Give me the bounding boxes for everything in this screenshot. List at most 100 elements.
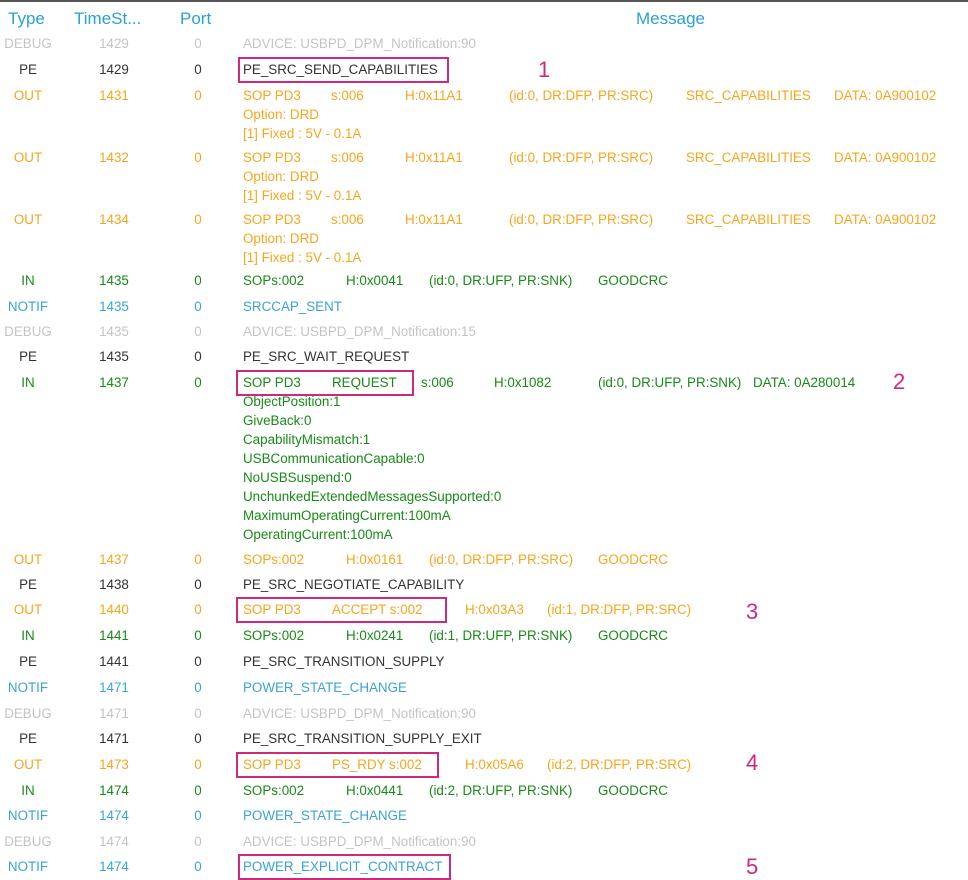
message-field: DATA: 0A900102 (834, 150, 937, 165)
row-port: 0 (194, 808, 202, 823)
row-timestamp: 1438 (99, 577, 129, 592)
step-number: 1 (538, 57, 551, 82)
row-type: PE (19, 654, 37, 669)
message-field: (id:1, DR:UFP, PR:SNK) (429, 628, 573, 643)
row-timestamp: 1471 (99, 731, 129, 746)
message-field: (id:0, DR:DFP, PR:SRC) (429, 552, 574, 567)
message-detail-line: [1] Fixed : 5V - 0.1A (243, 250, 362, 265)
row-type: DEBUG (4, 36, 52, 51)
message-field: SOP PD3 (243, 212, 301, 227)
row-timestamp: 1432 (99, 150, 129, 165)
row-port: 0 (194, 602, 202, 617)
message-detail-line: NoUSBSuspend:0 (243, 470, 352, 485)
row-port: 0 (194, 349, 202, 364)
trace-log: DEBUG 1429 0 ADVICE: USBPD_DPM_Notification… (0, 0, 968, 880)
message-field: (id:2, DR:DFP, PR:SRC) (547, 757, 692, 772)
row-port: 0 (194, 375, 202, 390)
message-field: GOODCRC (598, 783, 668, 798)
row-type: NOTIF (7, 808, 49, 823)
row-timestamp: 1440 (99, 602, 129, 617)
row-type: NOTIF (7, 859, 49, 874)
row-type: OUT (13, 757, 43, 772)
message-detail-line: Option: DRD (243, 231, 319, 246)
message-detail-line: OperatingCurrent:100mA (243, 527, 393, 542)
row-port: 0 (194, 36, 202, 51)
row-type: IN (21, 628, 35, 643)
message-field: H:0x0041 (346, 273, 404, 288)
row-type: DEBUG (4, 834, 52, 849)
message-field: (id:0, DR:UFP, PR:SNK) (598, 375, 742, 390)
message-field: SOPs:002 (243, 783, 305, 798)
message-detail-line: [1] Fixed : 5V - 0.1A (243, 188, 362, 203)
message-field: SOP PD3 (243, 150, 301, 165)
message-field: SOP PD3 (243, 88, 301, 103)
message-field: SRC_CAPABILITIES (686, 212, 811, 227)
message-detail-line: [1] Fixed : 5V - 0.1A (243, 126, 362, 141)
row-timestamp: 1429 (99, 36, 129, 51)
row-timestamp: 1474 (99, 834, 129, 849)
step-number: 3 (746, 599, 759, 624)
row-timestamp: 1473 (99, 757, 129, 772)
row-type: OUT (13, 602, 43, 617)
message-field: PE_SRC_WAIT_REQUEST (243, 349, 410, 364)
row-port: 0 (194, 212, 202, 227)
row-timestamp: 1431 (99, 88, 129, 103)
message-field: GOODCRC (598, 273, 668, 288)
row-port: 0 (194, 299, 202, 314)
row-timestamp: 1471 (99, 680, 129, 695)
row-type: PE (19, 349, 37, 364)
row-timestamp: 1429 (99, 62, 129, 77)
row-port: 0 (194, 654, 202, 669)
message-field: H:0x0241 (346, 628, 404, 643)
row-timestamp: 1435 (99, 349, 129, 364)
row-port: 0 (194, 680, 202, 695)
row-type: PE (19, 62, 37, 77)
message-field: PE_SRC_NEGOTIATE_CAPABILITY (243, 577, 465, 592)
message-field: DATA: 0A900102 (834, 88, 937, 103)
row-port: 0 (194, 552, 202, 567)
row-type: DEBUG (4, 324, 52, 339)
message-field: DATA: 0A280014 (753, 375, 856, 390)
message-field: SRCCAP_SENT (243, 299, 342, 314)
row-port: 0 (194, 834, 202, 849)
message-field: SRC_CAPABILITIES (686, 88, 811, 103)
row-type: NOTIF (7, 299, 49, 314)
message-field: DATA: 0A900102 (834, 212, 937, 227)
row-port: 0 (194, 62, 202, 77)
row-port: 0 (194, 324, 202, 339)
row-timestamp: 1441 (99, 654, 129, 669)
row-port: 0 (194, 731, 202, 746)
row-timestamp: 1474 (99, 783, 129, 798)
message-field: SOPs:002 (243, 273, 305, 288)
row-port: 0 (194, 273, 202, 288)
row-timestamp: 1435 (99, 273, 129, 288)
message-field: H:0x05A6 (465, 757, 524, 772)
row-timestamp: 1435 (99, 299, 129, 314)
row-port: 0 (194, 150, 202, 165)
row-timestamp: 1441 (99, 628, 129, 643)
message-detail-line: GiveBack:0 (243, 413, 312, 428)
message-field: H:0x11A1 (405, 212, 463, 227)
message-field: GOODCRC (598, 552, 668, 567)
row-port: 0 (194, 88, 202, 103)
row-type: OUT (13, 212, 43, 227)
row-timestamp: 1471 (99, 706, 129, 721)
message-detail-line: CapabilityMismatch:1 (243, 432, 371, 447)
row-type: PE (19, 731, 37, 746)
message-field: SRC_CAPABILITIES (686, 150, 811, 165)
row-port: 0 (194, 706, 202, 721)
message-field: H:0x0441 (346, 783, 404, 798)
message-field: s:006 (331, 212, 364, 227)
row-port: 0 (194, 628, 202, 643)
row-port: 0 (194, 859, 202, 874)
row-type: OUT (13, 88, 43, 103)
step-number: 2 (893, 369, 906, 394)
message-field: s:006 (331, 88, 364, 103)
message-field: SOPs:002 (243, 628, 305, 643)
message-field: H:0x03A3 (465, 602, 524, 617)
message-field: H:0x11A1 (405, 150, 463, 165)
row-type: OUT (13, 150, 43, 165)
row-type: OUT (13, 552, 43, 567)
message-field: (id:1, DR:DFP, PR:SRC) (547, 602, 692, 617)
message-field: (id:0, DR:DFP, PR:SRC) (509, 88, 654, 103)
